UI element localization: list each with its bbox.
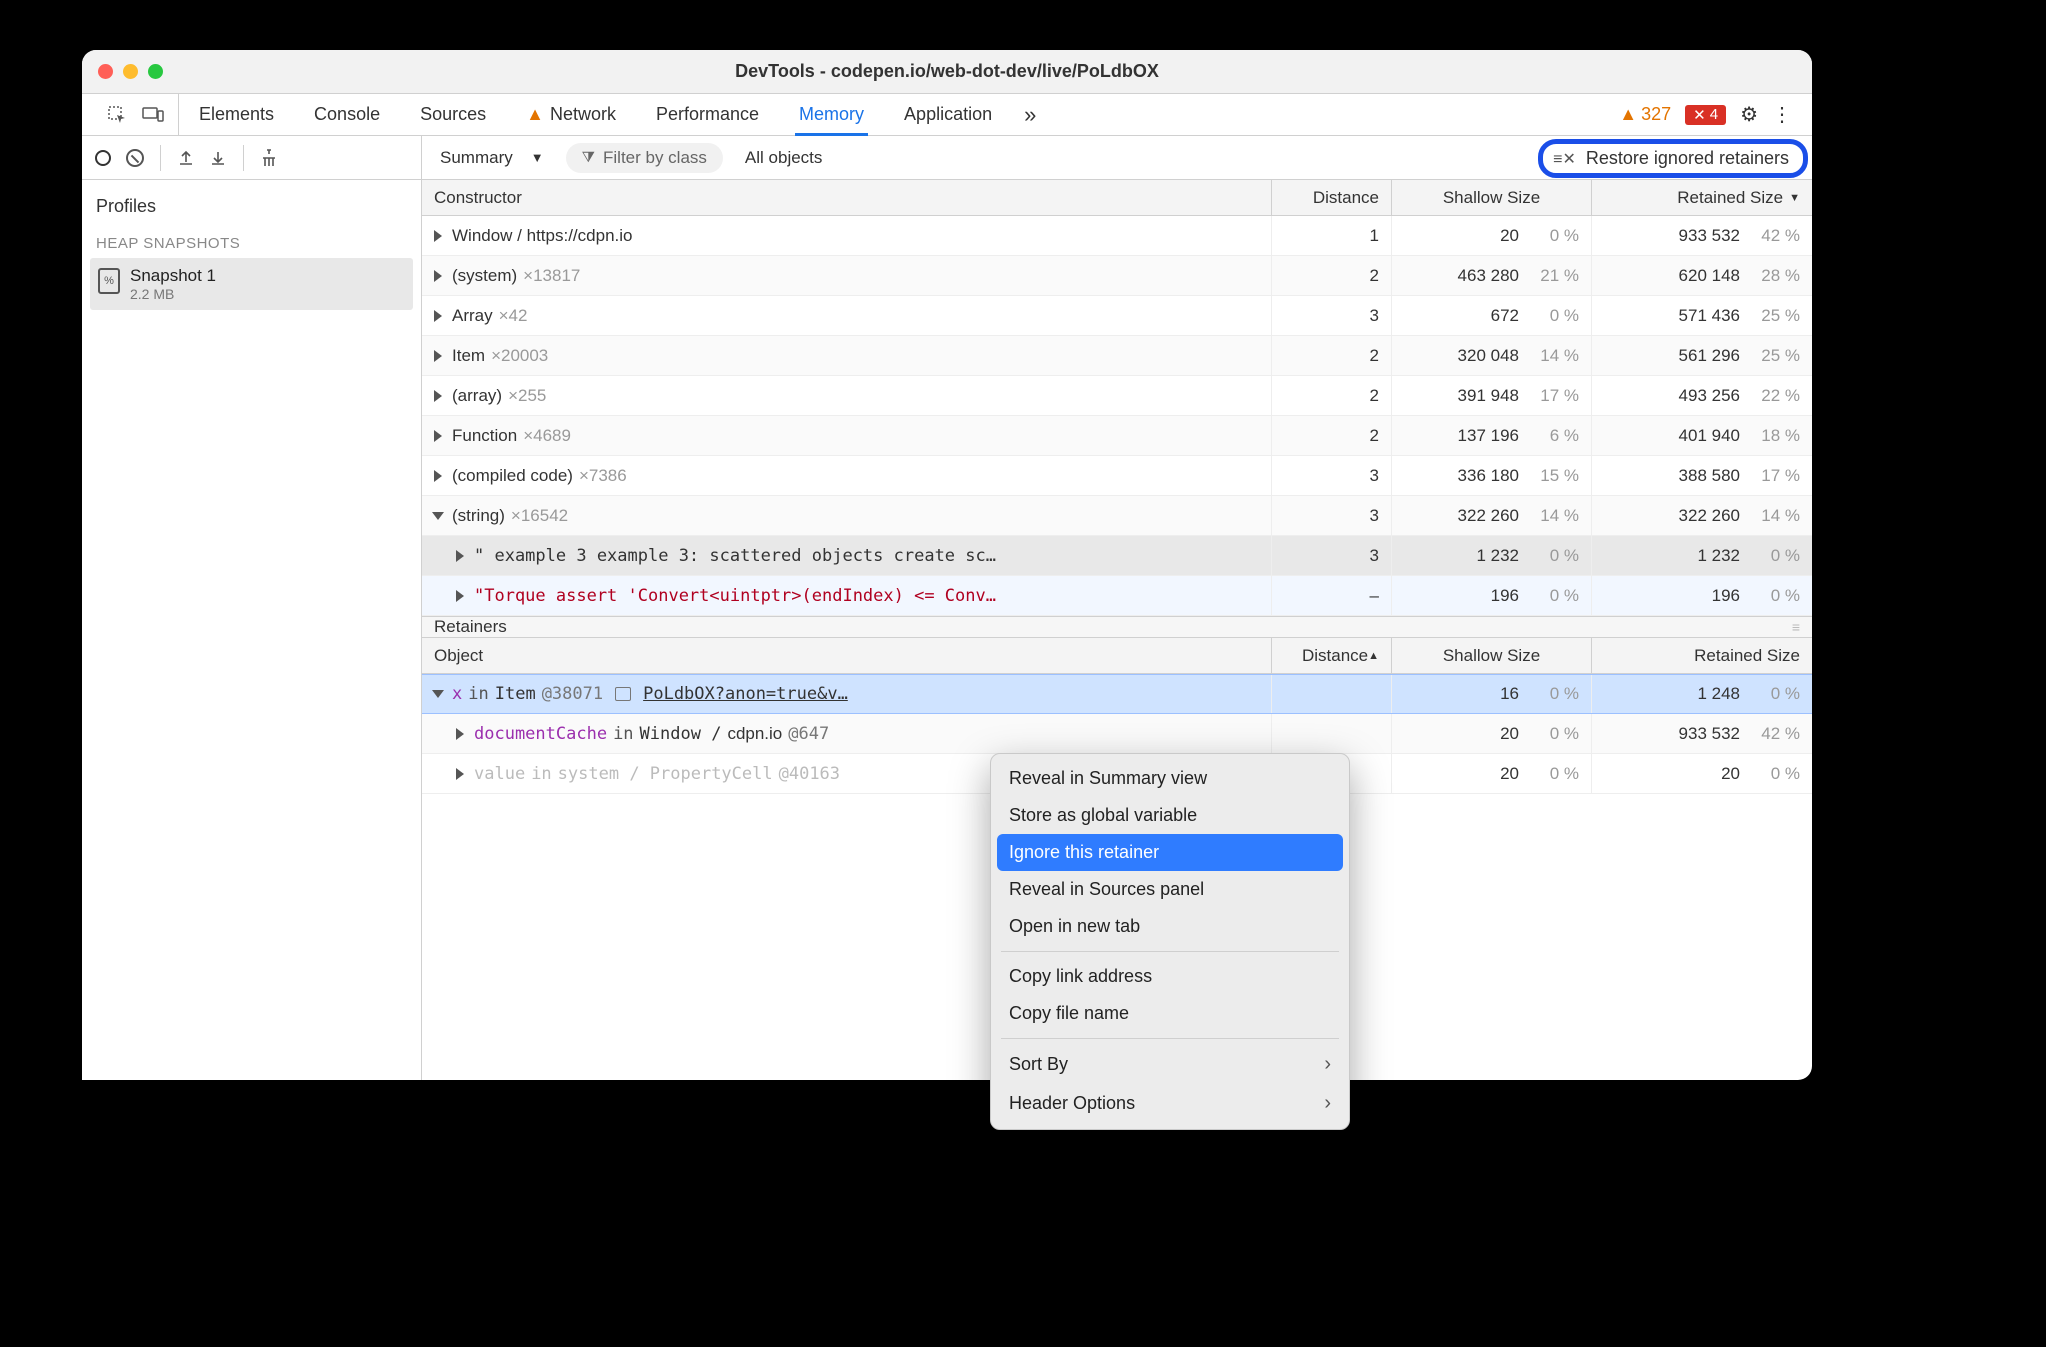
tabs-overflow[interactable]: » — [1012, 94, 1048, 135]
profiles-heading: Profiles — [96, 190, 407, 223]
inspect-icon[interactable] — [106, 104, 128, 126]
view-dropdown[interactable]: Summary▼ — [432, 148, 552, 168]
zoom-icon[interactable] — [148, 64, 163, 79]
constructors-table: Window / https://cdpn.io1200 %933 53242 … — [422, 216, 1812, 616]
restore-ignored-retainers-button[interactable]: ≡✕ Restore ignored retainers — [1538, 139, 1808, 178]
retainers-splitter[interactable]: Retainers ≡ — [422, 616, 1812, 638]
devtools-window: DevTools - codepen.io/web-dot-dev/live/P… — [82, 50, 1812, 1080]
menu-item-submenu[interactable]: Sort By — [991, 1045, 1349, 1084]
tab-application[interactable]: Application — [884, 94, 1012, 135]
profile-toolbar — [82, 136, 421, 180]
disclosure-icon[interactable] — [434, 270, 442, 282]
menu-item-submenu[interactable]: Header Options — [991, 1084, 1349, 1123]
table-row[interactable]: Function ×46892137 1966 %401 94018 % — [422, 416, 1812, 456]
warning-icon: ▲ — [1619, 104, 1637, 125]
source-link[interactable]: PoLdbOX?anon=true&v… — [643, 684, 848, 704]
table-row[interactable]: x in Item @38071PoLdbOX?anon=true&v…160 … — [422, 674, 1812, 714]
col-distance[interactable]: Distance — [1272, 180, 1392, 215]
tab-network[interactable]: ▲Network — [506, 94, 636, 135]
close-icon[interactable] — [98, 64, 113, 79]
warnings-badge[interactable]: ▲327 — [1619, 104, 1671, 125]
table-row[interactable]: Item ×200032320 04814 %561 29625 % — [422, 336, 1812, 376]
sidebar: Profiles HEAP SNAPSHOTS Snapshot 1 2.2 M… — [82, 136, 422, 1080]
table-row[interactable]: (string) ×165423322 26014 %322 26014 % — [422, 496, 1812, 536]
sort-asc-icon: ▲ — [1368, 650, 1379, 662]
disclosure-icon[interactable] — [434, 470, 442, 482]
tab-elements[interactable]: Elements — [179, 94, 294, 135]
drag-handle-icon: ≡ — [1792, 619, 1802, 635]
warning-icon: ▲ — [526, 104, 544, 125]
tab-memory[interactable]: Memory — [779, 94, 884, 135]
devtools-tabs: Elements Console Sources ▲Network Perfor… — [82, 94, 1812, 136]
snapshot-name: Snapshot 1 — [130, 266, 216, 286]
col-retained[interactable]: Retained Size▼ — [1592, 180, 1812, 215]
menu-item[interactable]: Reveal in Sources panel — [991, 871, 1349, 908]
menu-item[interactable]: Copy file name — [991, 995, 1349, 1032]
record-icon[interactable] — [92, 147, 114, 169]
col-constructor[interactable]: Constructor — [422, 180, 1272, 215]
window-title: DevTools - codepen.io/web-dot-dev/live/P… — [188, 61, 1706, 82]
snapshot-size: 2.2 MB — [130, 286, 216, 302]
chevron-down-icon: ▼ — [531, 150, 544, 165]
window-controls — [98, 64, 188, 79]
disclosure-icon[interactable] — [456, 728, 464, 740]
disclosure-icon[interactable] — [456, 550, 464, 562]
gear-icon[interactable]: ⚙ — [1740, 102, 1758, 127]
menu-item[interactable]: Ignore this retainer — [997, 834, 1343, 871]
filter-icon: ⧩ — [582, 149, 595, 166]
disclosure-icon[interactable] — [434, 430, 442, 442]
col-distance[interactable]: Distance▲ — [1272, 638, 1392, 673]
disclosure-icon[interactable] — [434, 310, 442, 322]
tab-performance[interactable]: Performance — [636, 94, 779, 135]
snapshot-file-icon — [98, 268, 120, 294]
menu-item[interactable]: Copy link address — [991, 958, 1349, 995]
table-row[interactable]: "Torque assert 'Convert<uintptr>(endInde… — [422, 576, 1812, 616]
retainers-header: Object Distance▲ Shallow Size Retained S… — [422, 638, 1812, 674]
disclosure-icon[interactable] — [432, 512, 444, 520]
load-icon[interactable] — [175, 147, 197, 169]
table-row[interactable]: Window / https://cdpn.io1200 %933 53242 … — [422, 216, 1812, 256]
main-toolbar: Summary▼ ⧩ Filter by class All objects ▼… — [422, 136, 1812, 180]
col-retained[interactable]: Retained Size — [1592, 638, 1812, 673]
disclosure-icon[interactable] — [456, 768, 464, 780]
table-row[interactable]: (array) ×2552391 94817 %493 25622 % — [422, 376, 1812, 416]
tab-console[interactable]: Console — [294, 94, 400, 135]
table-row[interactable]: (compiled code) ×73863336 18015 %388 580… — [422, 456, 1812, 496]
table-row[interactable]: documentCache in Window / cdpn.io @64720… — [422, 714, 1812, 754]
clear-icon[interactable] — [124, 147, 146, 169]
error-icon: ✕ — [1693, 106, 1706, 124]
save-icon[interactable] — [207, 147, 229, 169]
source-icon — [615, 687, 631, 701]
table-row[interactable]: Array ×4236720 %571 43625 % — [422, 296, 1812, 336]
tab-sources[interactable]: Sources — [400, 94, 506, 135]
snapshot-item[interactable]: Snapshot 1 2.2 MB — [90, 258, 413, 310]
minimize-icon[interactable] — [123, 64, 138, 79]
disclosure-icon[interactable] — [432, 690, 444, 698]
menu-item[interactable]: Open in new tab — [991, 908, 1349, 945]
device-icon[interactable] — [142, 104, 164, 126]
menu-item[interactable]: Store as global variable — [991, 797, 1349, 834]
sort-desc-icon: ▼ — [1789, 192, 1800, 204]
errors-badge[interactable]: ✕4 — [1685, 105, 1726, 125]
col-object[interactable]: Object — [422, 638, 1272, 673]
col-shallow[interactable]: Shallow Size — [1392, 638, 1592, 673]
disclosure-icon[interactable] — [456, 590, 464, 602]
disclosure-icon[interactable] — [434, 390, 442, 402]
menu-item[interactable]: Reveal in Summary view — [991, 760, 1349, 797]
restore-icon: ≡✕ — [1553, 149, 1576, 169]
disclosure-icon[interactable] — [434, 230, 442, 242]
gc-icon[interactable] — [258, 147, 280, 169]
constructors-header: Constructor Distance Shallow Size Retain… — [422, 180, 1812, 216]
kebab-icon[interactable]: ⋮ — [1772, 102, 1792, 127]
titlebar: DevTools - codepen.io/web-dot-dev/live/P… — [82, 50, 1812, 94]
table-row[interactable]: (system) ×138172463 28021 %620 14828 % — [422, 256, 1812, 296]
heap-snapshots-heading: HEAP SNAPSHOTS — [96, 223, 407, 258]
context-menu: Reveal in Summary viewStore as global va… — [990, 753, 1350, 1130]
col-shallow[interactable]: Shallow Size — [1392, 180, 1592, 215]
class-filter-input[interactable]: ⧩ Filter by class — [566, 143, 723, 173]
table-row[interactable]: " example 3 example 3: scattered objects… — [422, 536, 1812, 576]
disclosure-icon[interactable] — [434, 350, 442, 362]
